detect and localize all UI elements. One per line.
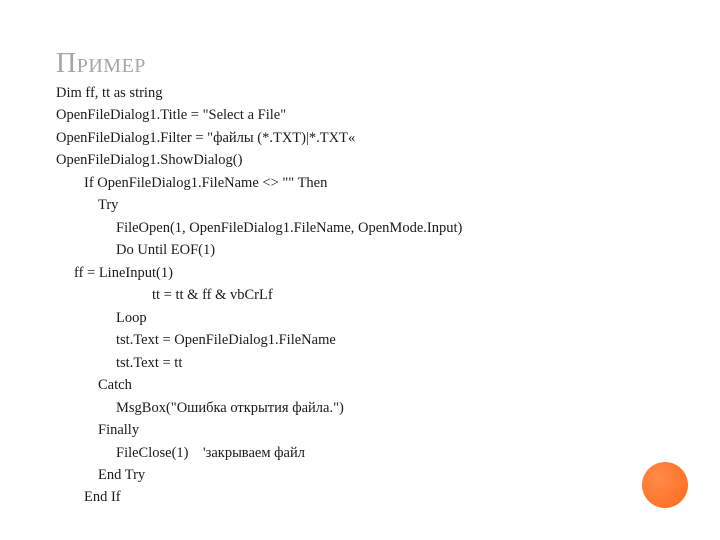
slide-title: Пример bbox=[56, 48, 664, 80]
code-line: Loop bbox=[56, 307, 664, 329]
code-line: End If bbox=[56, 486, 664, 508]
code-line: FileClose(1) 'закрываем файл bbox=[56, 442, 664, 464]
code-line: OpenFileDialog1.Title = "Select a File" bbox=[56, 104, 664, 126]
code-line: Dim ff, tt as string bbox=[56, 82, 664, 104]
code-line: End Try bbox=[56, 464, 664, 486]
slide: Пример Dim ff, tt as string OpenFileDial… bbox=[0, 0, 720, 540]
code-line: MsgBox("Ошибка открытия файла.") bbox=[56, 397, 664, 419]
code-line: tst.Text = OpenFileDialog1.FileName bbox=[56, 329, 664, 351]
code-line: OpenFileDialog1.ShowDialog() bbox=[56, 149, 664, 171]
decorative-circle-icon bbox=[642, 462, 688, 508]
code-line: Finally bbox=[56, 419, 664, 441]
code-line: If OpenFileDialog1.FileName <> "" Then bbox=[56, 172, 664, 194]
code-block: Dim ff, tt as string OpenFileDialog1.Tit… bbox=[56, 82, 664, 509]
code-line: tst.Text = tt bbox=[56, 352, 664, 374]
code-line: Do Until EOF(1) bbox=[56, 239, 664, 261]
code-line: Try bbox=[56, 194, 664, 216]
code-line: tt = tt & ff & vbCrLf bbox=[56, 284, 664, 306]
code-line: Catch bbox=[56, 374, 664, 396]
code-line: ff = LineInput(1) bbox=[56, 262, 664, 284]
code-line: OpenFileDialog1.Filter = "файлы (*.TXT)|… bbox=[56, 127, 664, 149]
code-line: FileOpen(1, OpenFileDialog1.FileName, Op… bbox=[56, 217, 664, 239]
